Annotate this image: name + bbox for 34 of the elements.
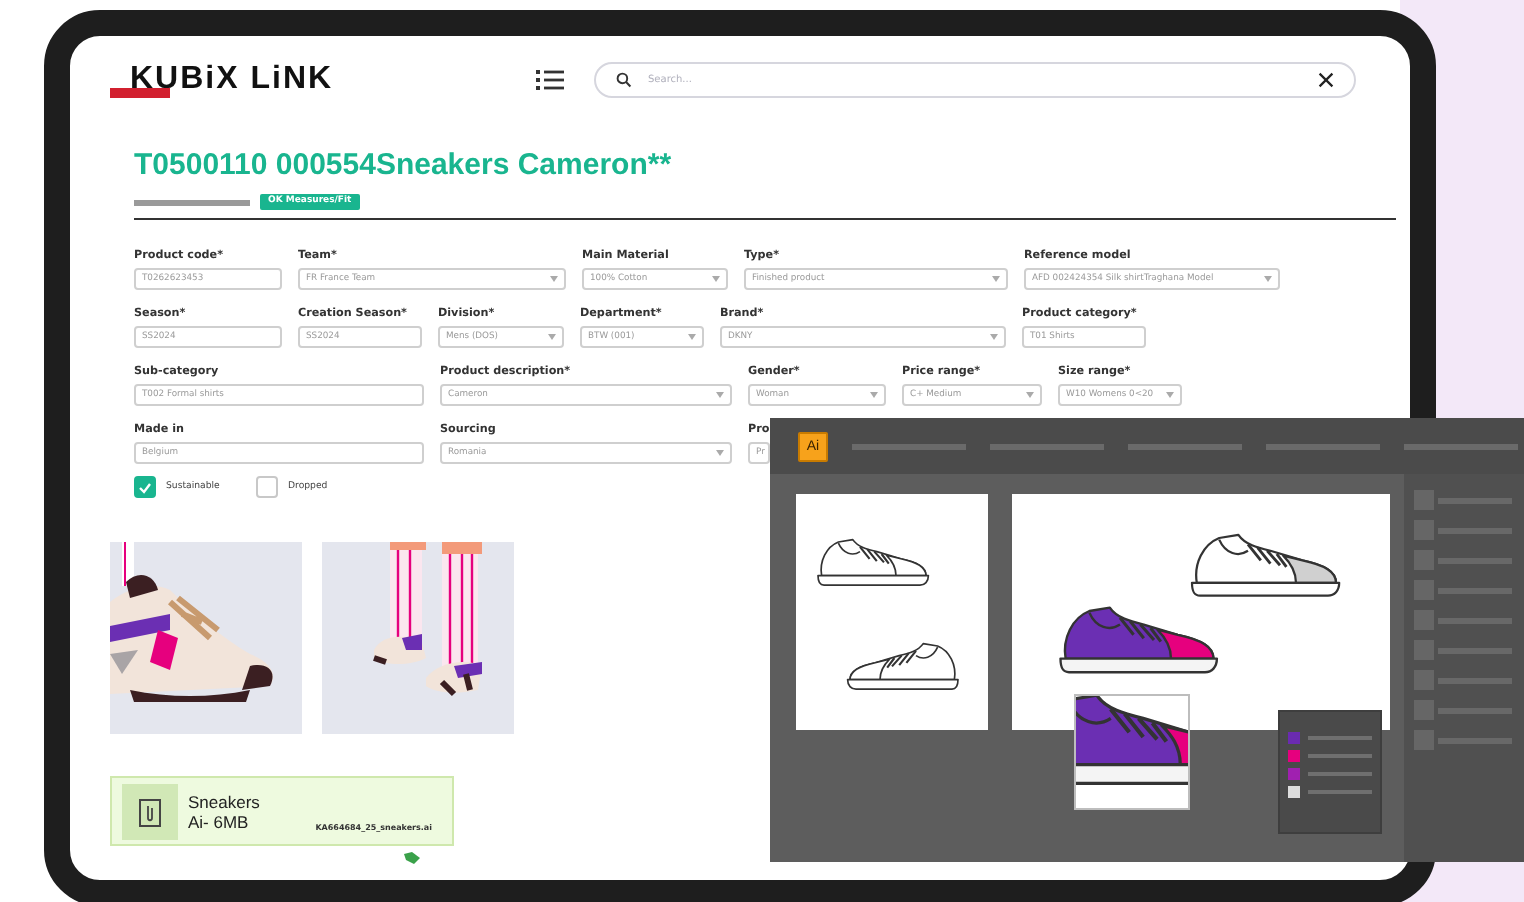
sneaker-drawing (846, 642, 959, 691)
color-swatch[interactable] (1288, 750, 1300, 762)
check-icon (138, 481, 152, 493)
file-meta: Ai- 6MB (188, 811, 251, 831)
placeholder-line (1308, 736, 1372, 740)
color-swatch[interactable] (1288, 768, 1300, 780)
logo: KUBiX LiNK (110, 62, 536, 98)
caret-icon (990, 334, 998, 340)
checkbox[interactable] (256, 476, 278, 498)
caret-icon (688, 334, 696, 340)
file-name: Sneakers (188, 791, 260, 811)
search-icon (616, 72, 632, 88)
caret-icon (548, 334, 556, 340)
sneaker-drawing (817, 538, 930, 587)
color-swatch[interactable] (1288, 786, 1300, 798)
product-title: T0500110 000554Sneakers Cameron** (134, 148, 674, 182)
placeholder-line (1308, 790, 1372, 794)
placeholder-line (1308, 772, 1372, 776)
caret-icon (992, 276, 1000, 282)
caret-icon (716, 450, 724, 456)
placeholder-line (1308, 754, 1372, 758)
caret-icon (1166, 392, 1174, 398)
tag-icon (404, 852, 420, 864)
caret-icon (716, 392, 724, 398)
checkbox[interactable] (134, 476, 156, 498)
caret-icon (1026, 392, 1034, 398)
caret-icon (1264, 276, 1272, 282)
file-icon (122, 783, 178, 839)
caret-icon (870, 392, 878, 398)
caret-icon (550, 276, 558, 282)
color-swatch[interactable] (1288, 732, 1300, 744)
caret-icon (712, 276, 720, 282)
close-icon[interactable] (1318, 72, 1334, 88)
menu-icon[interactable] (536, 68, 564, 92)
